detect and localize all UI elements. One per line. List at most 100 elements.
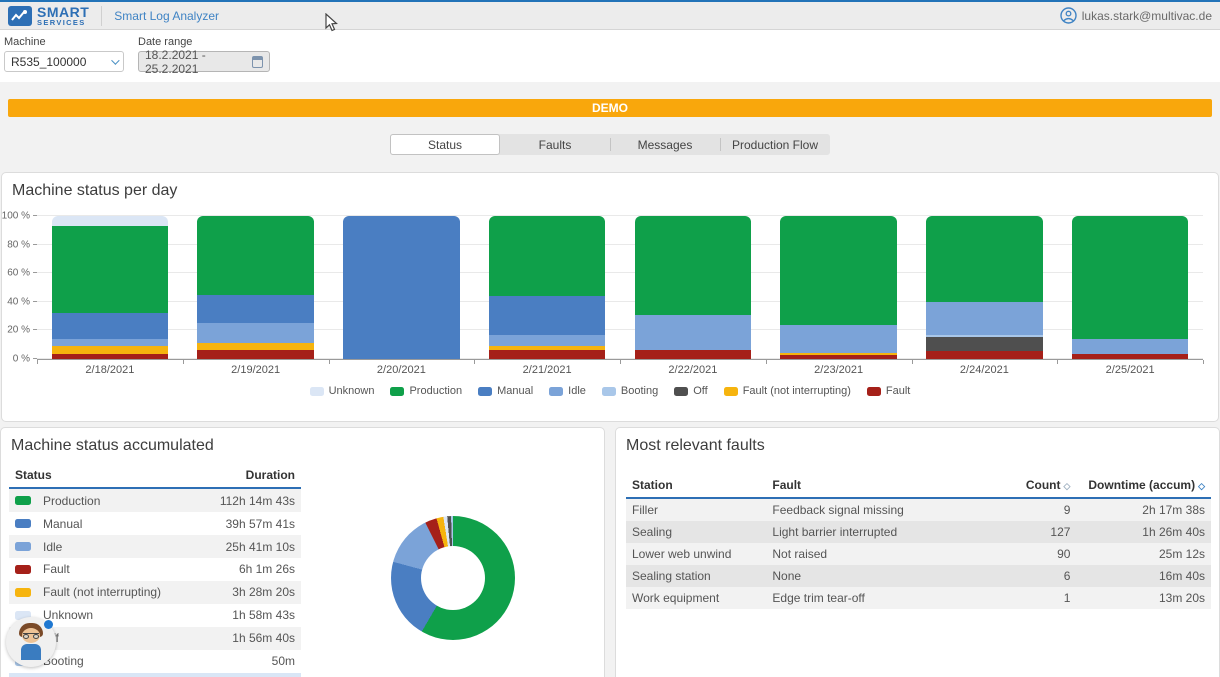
bar-segment-idle[interactable]: [926, 302, 1043, 335]
accumulated-total-row: Total192h 8m 43s: [9, 673, 301, 677]
bar-segment-unknown[interactable]: [52, 216, 169, 226]
legend-item-fault-not-interrupting-[interactable]: Fault (not interrupting): [724, 385, 851, 397]
x-axis-label: 2/22/2021: [620, 359, 766, 376]
app-title: Smart Log Analyzer: [114, 9, 219, 23]
bar-segment-fault-not-interrupting-[interactable]: [52, 346, 169, 354]
bar-segment-production[interactable]: [1072, 216, 1189, 339]
legend-item-booting[interactable]: Booting: [602, 385, 658, 397]
fault-count: 9: [989, 498, 1077, 521]
bar-segment-idle[interactable]: [197, 323, 314, 343]
tab-status[interactable]: Status: [390, 134, 500, 155]
bar-segment-manual[interactable]: [197, 295, 314, 324]
bar-2/18/2021[interactable]: [52, 216, 169, 359]
fault-downtime: 2h 17m 38s: [1076, 498, 1211, 521]
filter-bar: Machine R535_100000 Date range 18.2.2021…: [0, 30, 1220, 82]
accumulated-row-manual[interactable]: Manual 39h 57m 41s: [9, 512, 301, 535]
bar-segment-manual[interactable]: [343, 216, 460, 359]
x-axis-label: 2/25/2021: [1057, 359, 1203, 376]
column-header-status[interactable]: Status: [9, 463, 197, 488]
legend-label: Off: [693, 385, 707, 397]
x-axis-label: 2/18/2021: [37, 359, 183, 376]
bar-segment-idle[interactable]: [780, 325, 897, 354]
fault-downtime: 25m 12s: [1076, 543, 1211, 565]
smart-services-logo[interactable]: SMART SERVICES: [8, 5, 89, 27]
column-header-station[interactable]: Station: [626, 473, 766, 498]
x-axis-label: 2/24/2021: [912, 359, 1058, 376]
bar-2/24/2021[interactable]: [926, 216, 1043, 359]
legend-item-manual[interactable]: Manual: [478, 385, 533, 397]
status-duration: 50m: [197, 650, 301, 673]
bar-segment-production[interactable]: [635, 216, 752, 315]
fault-count: 1: [989, 587, 1077, 609]
fault-station: Work equipment: [626, 587, 766, 609]
fault-fault: Edge trim tear-off: [766, 587, 988, 609]
header-divider: [101, 6, 102, 26]
status-duration: 25h 41m 10s: [197, 535, 301, 558]
status-duration: 39h 57m 41s: [197, 512, 301, 535]
status-name: Manual: [43, 517, 82, 531]
bar-2/21/2021[interactable]: [489, 216, 606, 359]
bar-segment-fault-not-interrupting-[interactable]: [197, 343, 314, 350]
chart-title: Machine status per day: [2, 173, 1218, 204]
bar-2/20/2021[interactable]: [343, 216, 460, 359]
column-header-downtime[interactable]: Downtime (accum)◇: [1076, 473, 1211, 498]
machine-select[interactable]: R535_100000: [4, 51, 124, 72]
legend-label: Booting: [621, 385, 658, 397]
legend-item-fault[interactable]: Fault: [867, 385, 910, 397]
status-swatch: [15, 542, 31, 551]
bar-segment-idle[interactable]: [52, 339, 169, 346]
fault-row-filler[interactable]: FillerFeedback signal missing92h 17m 38s: [626, 498, 1211, 521]
column-header-duration[interactable]: Duration: [197, 463, 301, 488]
bar-segment-fault[interactable]: [197, 350, 314, 359]
x-axis-label: 2/20/2021: [329, 359, 475, 376]
status-name: Production: [43, 494, 100, 508]
accumulated-row-idle[interactable]: Idle25h 41m 10s: [9, 535, 301, 558]
tab-faults[interactable]: Faults: [500, 134, 610, 155]
bar-segment-production[interactable]: [52, 226, 169, 313]
legend-item-off[interactable]: Off: [674, 385, 707, 397]
tab-messages[interactable]: Messages: [610, 134, 720, 155]
bar-segment-idle[interactable]: [635, 315, 752, 351]
fault-row-work-equipment[interactable]: Work equipmentEdge trim tear-off113m 20s: [626, 587, 1211, 609]
bar-segment-production[interactable]: [926, 216, 1043, 302]
bar-segment-fault[interactable]: [635, 350, 752, 359]
bar-2/22/2021[interactable]: [635, 216, 752, 359]
sort-icon[interactable]: ◇: [1064, 481, 1071, 491]
accumulated-row-fault-not-interrupting-[interactable]: Fault (not interrupting)3h 28m 20s: [9, 581, 301, 604]
bar-2/23/2021[interactable]: [780, 216, 897, 359]
fault-count: 90: [989, 543, 1077, 565]
bar-segment-fault[interactable]: [489, 350, 606, 359]
chat-assistant-avatar[interactable]: [6, 617, 56, 667]
accumulated-row-production[interactable]: Production112h 14m 43s: [9, 488, 301, 512]
status-swatch: [15, 565, 31, 574]
bar-segment-production[interactable]: [780, 216, 897, 325]
bar-segment-production[interactable]: [489, 216, 606, 296]
legend-swatch: [674, 387, 688, 396]
status-duration: 6h 1m 26s: [197, 558, 301, 581]
legend-label: Idle: [568, 385, 586, 397]
legend-item-production[interactable]: Production: [390, 385, 462, 397]
bar-segment-idle[interactable]: [1072, 339, 1189, 354]
sort-icon-active[interactable]: ◇: [1198, 481, 1205, 491]
logo-text-services: SERVICES: [37, 19, 89, 27]
bar-segment-off[interactable]: [926, 337, 1043, 351]
mouse-cursor: [325, 13, 339, 33]
bar-segment-idle[interactable]: [489, 335, 606, 346]
bar-2/25/2021[interactable]: [1072, 216, 1189, 359]
tab-production-flow[interactable]: Production Flow: [720, 134, 830, 155]
bar-segment-manual[interactable]: [489, 296, 606, 335]
user-menu[interactable]: lukas.stark@multivac.de: [1060, 7, 1212, 24]
fault-row-sealing-station[interactable]: Sealing stationNone616m 40s: [626, 565, 1211, 587]
column-header-fault[interactable]: Fault: [766, 473, 988, 498]
fault-row-lower-web-unwind[interactable]: Lower web unwindNot raised9025m 12s: [626, 543, 1211, 565]
bar-2/19/2021[interactable]: [197, 216, 314, 359]
accumulated-row-fault[interactable]: Fault6h 1m 26s: [9, 558, 301, 581]
bar-segment-fault[interactable]: [926, 351, 1043, 359]
fault-row-sealing[interactable]: SealingLight barrier interrupted1271h 26…: [626, 521, 1211, 543]
column-header-count[interactable]: Count◇: [989, 473, 1077, 498]
legend-item-unknown[interactable]: Unknown: [310, 385, 375, 397]
legend-item-idle[interactable]: Idle: [549, 385, 586, 397]
date-range-input[interactable]: 18.2.2021 - 25.2.2021: [138, 51, 270, 72]
bar-segment-production[interactable]: [197, 216, 314, 295]
bar-segment-manual[interactable]: [52, 313, 169, 339]
